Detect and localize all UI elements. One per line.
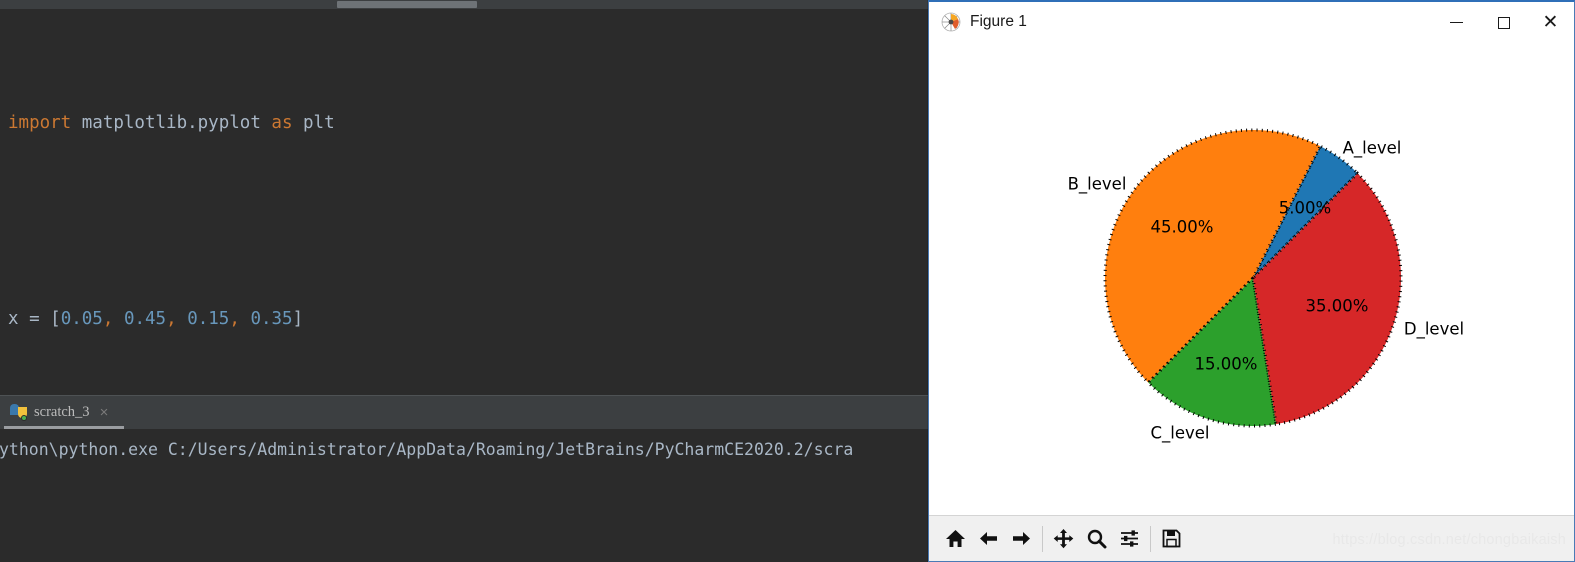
home-button[interactable] [940,523,971,554]
pie-percent-label: 5.00% [1279,199,1331,218]
matplotlib-icon [941,12,961,32]
pie-category-label: B_level [1068,175,1127,195]
watermark-text: https://blog.csdn.net/chongbaikaish [1332,532,1566,548]
figure-canvas[interactable]: 5.00% A_level 45.00% B_level 15.00% C_level 35… [929,43,1574,517]
toolbar-separator-1 [1038,526,1047,552]
code-line-1: import matplotlib.pyplot as plt [8,113,335,133]
code-editor[interactable]: import matplotlib.pyplot as plt x = [0.0… [0,9,930,525]
back-button[interactable] [973,523,1004,554]
sliders-icon [1121,530,1138,547]
python-file-icon [10,404,27,421]
run-tool-window: scratch_3 × ython\python.exe C:/Users/Ad… [0,395,930,562]
toolbar-separator-2 [1146,526,1155,552]
pie-percent-label: 35.00% [1306,297,1369,316]
right-arrow-icon [1013,532,1030,545]
minimize-icon [1450,21,1463,24]
home-icon [946,530,965,547]
minimize-button[interactable] [1433,2,1480,43]
pie-percent-label: 45.00% [1151,218,1214,237]
editor-horizontal-scrollbar[interactable] [0,0,930,9]
pie-percent-label: 15.00% [1195,355,1258,374]
maximize-button[interactable] [1480,2,1527,43]
matplotlib-figure-window[interactable]: Figure 1 ✕ 5.00% A_level 45.00% B_level 15.0… [928,0,1575,562]
close-icon[interactable]: × [100,405,109,420]
pie-category-label: D_level [1404,320,1464,340]
pie-chart[interactable]: 5.00% A_level 45.00% B_level 15.00% C_level 35… [929,43,1574,517]
code-line-3: x = [0.05, 0.45, 0.15, 0.35] [8,309,304,329]
left-arrow-icon [980,532,997,545]
floppy-disk-icon [1162,529,1181,548]
scrollbar-thumb[interactable] [337,1,477,8]
figure-title-bar[interactable]: Figure 1 ✕ [929,2,1574,43]
pie-category-label: C_level [1150,424,1209,444]
close-button[interactable]: ✕ [1527,2,1574,43]
run-console-output[interactable]: ython\python.exe C:/Users/Administrator/… [0,429,930,562]
save-button[interactable] [1156,523,1187,554]
run-tab-scratch-3[interactable]: scratch_3 × [4,399,116,426]
figure-title-label: Figure 1 [970,13,1027,30]
close-icon: ✕ [1542,11,1559,33]
forward-button[interactable] [1006,523,1037,554]
run-tab-label: scratch_3 [34,404,90,420]
window-controls: ✕ [1433,2,1574,43]
pie-category-label: A_level [1343,139,1402,159]
pan-button[interactable] [1048,523,1079,554]
subplots-button[interactable] [1114,523,1145,554]
zoom-button[interactable] [1081,523,1112,554]
console-command-line: ython\python.exe C:/Users/Administrator/… [0,440,854,459]
maximize-icon [1497,16,1510,29]
move-icon [1053,529,1074,549]
magnifier-icon [1087,529,1107,549]
pycharm-ide-window: import matplotlib.pyplot as plt x = [0.0… [0,0,930,562]
screen-root: import matplotlib.pyplot as plt x = [0.0… [0,0,1575,562]
run-tab-row: scratch_3 × [0,396,930,429]
